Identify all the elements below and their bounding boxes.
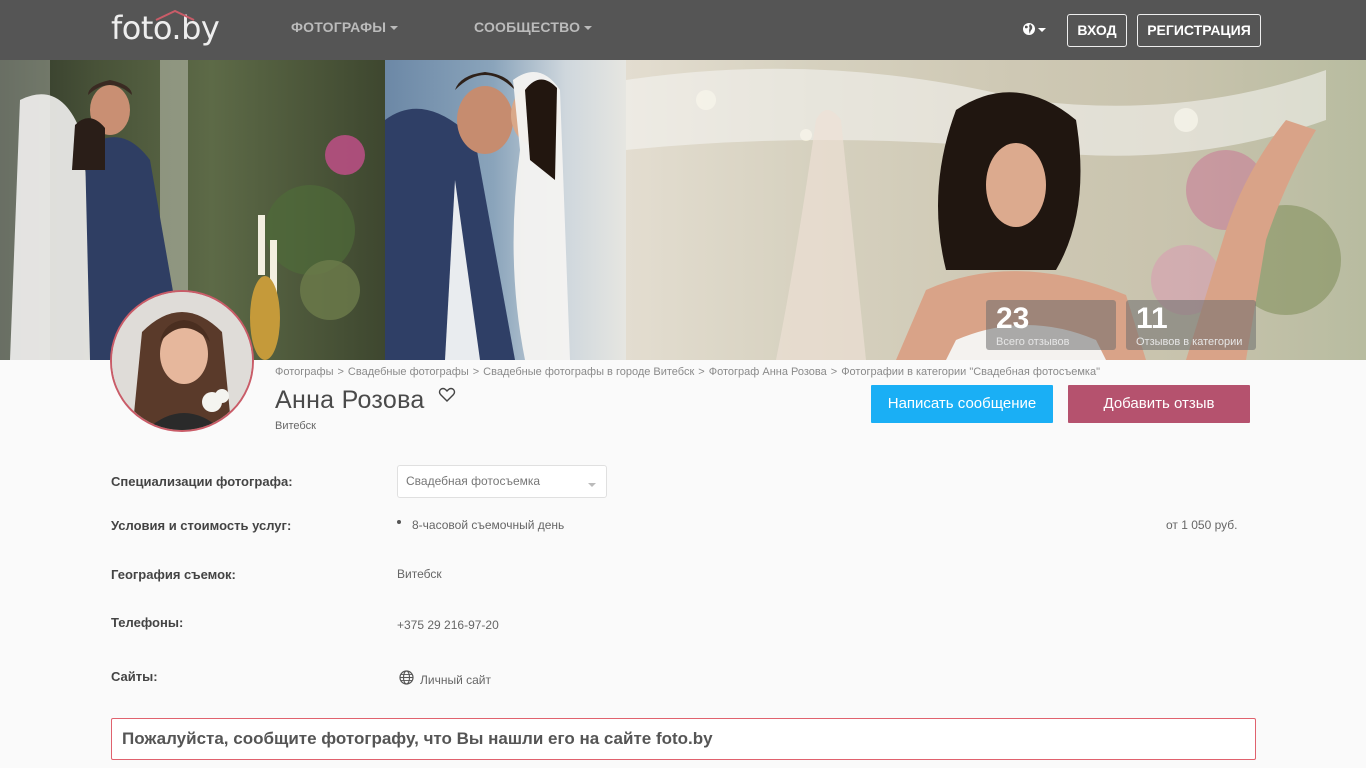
favorite-heart-icon[interactable] xyxy=(438,386,456,404)
add-review-button[interactable]: Добавить отзыв xyxy=(1068,385,1250,423)
nav-photographers-label: ФОТОГРАФЫ xyxy=(291,19,387,35)
photographer-city: Витебск xyxy=(275,420,316,432)
login-button[interactable]: ВХОД xyxy=(1067,14,1127,47)
total-reviews-stat[interactable]: 23 Всего отзывов xyxy=(986,300,1116,350)
phone-value[interactable]: +375 29 216-97-20 xyxy=(397,618,499,632)
found-on-site-notice: Пожалуйста, сообщите фотографу, что Вы н… xyxy=(111,718,1256,760)
photographer-name: Анна Розова xyxy=(275,386,425,414)
photo-illustration xyxy=(385,72,570,360)
top-navbar: foto.by ФОТОГРАФЫ СООБЩЕСТВО ВХОД РЕГИСТ… xyxy=(0,0,1366,60)
nav-photographers-menu[interactable]: ФОТОГРАФЫ xyxy=(291,19,399,35)
service-price: от 1 050 руб. xyxy=(1166,518,1238,532)
personal-site-link[interactable]: Личный сайт xyxy=(420,673,491,687)
breadcrumb: Фотографы > Свадебные фотографы > Свадебные … xyxy=(275,366,1100,378)
category-reviews-stat[interactable]: 11 Отзывов в категории xyxy=(1126,300,1256,350)
nav-community-menu[interactable]: СООБЩЕСТВО xyxy=(474,19,593,35)
avatar-image xyxy=(112,292,252,430)
service-name: 8-часовой съемочный день xyxy=(412,518,565,532)
total-reviews-label: Всего отзывов xyxy=(996,336,1070,348)
chevron-down-icon xyxy=(584,26,593,31)
breadcrumb-separator: > xyxy=(337,366,344,378)
total-reviews-count: 23 xyxy=(996,302,1030,335)
services-label: Условия и стоимость услуг: xyxy=(111,518,292,533)
chevron-down-icon xyxy=(390,26,399,31)
globe-icon xyxy=(399,670,414,685)
specialization-select-value: Свадебная фотосъемка xyxy=(406,474,541,488)
breadcrumb-separator: > xyxy=(472,366,480,378)
breadcrumb-separator: > xyxy=(698,366,705,378)
chevron-down-icon xyxy=(1038,28,1046,32)
photographer-avatar xyxy=(110,290,254,432)
breadcrumb-separator: > xyxy=(830,366,838,378)
cover-photo-couple-kiss[interactable] xyxy=(385,60,626,360)
language-selector[interactable] xyxy=(1021,20,1049,40)
nav-community-label: СООБЩЕСТВО xyxy=(474,19,581,35)
sites-label: Сайты: xyxy=(111,669,158,684)
category-reviews-label: Отзывов в категории xyxy=(1136,336,1243,348)
breadcrumb-item-photographers[interactable]: Фотографы xyxy=(275,366,333,378)
breadcrumb-item-category: Фотографии в категории "Свадебная фотосъ… xyxy=(841,366,1101,378)
chevron-down-icon xyxy=(588,483,596,487)
geography-label: География съемок: xyxy=(111,567,236,582)
write-message-button[interactable]: Написать сообщение xyxy=(871,385,1053,423)
geography-value: Витебск xyxy=(397,567,442,581)
site-logo[interactable]: foto.by xyxy=(111,6,241,50)
specialization-select[interactable]: Свадебная фотосъемка xyxy=(397,465,607,498)
logo-roof-icon xyxy=(155,9,195,21)
specializations-label: Специализации фотографа: xyxy=(111,474,293,489)
globe-icon xyxy=(1023,23,1035,35)
category-reviews-count: 11 xyxy=(1136,302,1168,335)
register-button[interactable]: РЕГИСТРАЦИЯ xyxy=(1137,14,1261,47)
list-bullet xyxy=(397,520,401,524)
breadcrumb-item-photographer[interactable]: Фотограф Анна Розова xyxy=(709,366,827,378)
breadcrumb-item-wedding-vitebsk[interactable]: Свадебные фотографы в городе Витебск xyxy=(483,366,694,378)
phones-label: Телефоны: xyxy=(111,615,184,630)
breadcrumb-item-wedding-photographers[interactable]: Свадебные фотографы xyxy=(348,366,469,378)
